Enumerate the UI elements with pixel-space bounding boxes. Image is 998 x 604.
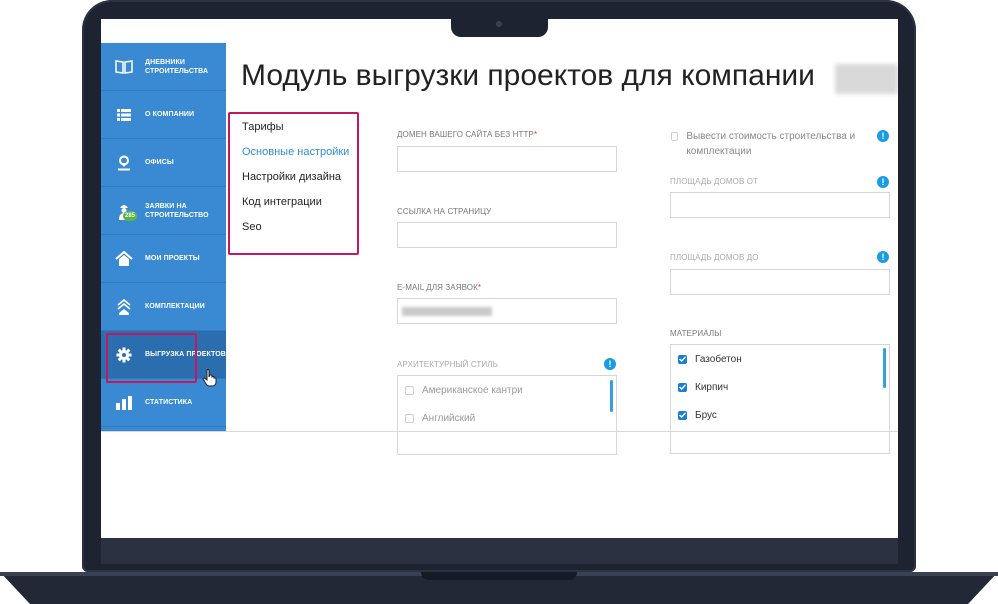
show-cost-checkbox[interactable] xyxy=(671,132,679,141)
style-scrollbar[interactable] xyxy=(610,380,613,412)
bar-chart-icon xyxy=(115,394,133,412)
area-from-info-icon[interactable]: ! xyxy=(877,176,889,188)
material-option[interactable]: Кирпич xyxy=(671,373,889,401)
checkbox[interactable] xyxy=(405,385,414,395)
area-from-label: Площадь домов от xyxy=(670,177,759,186)
option-label: Газобетон xyxy=(695,353,742,365)
sidebar-item-label: О компании xyxy=(145,111,195,118)
email-value-redacted xyxy=(402,307,492,316)
subnav-item-integration-code[interactable]: Код интеграции xyxy=(232,190,356,215)
subnav-item-main-settings[interactable]: Основные настройки xyxy=(232,140,356,165)
house-stack-icon xyxy=(115,298,133,316)
book-icon xyxy=(115,58,133,76)
domain-input[interactable] xyxy=(397,146,617,172)
camera-icon xyxy=(496,21,502,27)
checkbox-checked[interactable] xyxy=(678,410,687,420)
area-to-input[interactable] xyxy=(670,269,890,295)
page-link-label: Ссылка на страницу xyxy=(397,207,492,216)
hand-cursor-icon xyxy=(202,369,217,387)
sidebar-item-requests[interactable]: 285 Заявки на строительство xyxy=(101,187,226,235)
option-label: Кирпич xyxy=(695,381,729,393)
settings-subnav: Тарифы Основные настройки Настройки диза… xyxy=(232,115,356,253)
sidebar-item-my-projects[interactable]: Мои проекты xyxy=(101,235,226,283)
required-mark: * xyxy=(533,130,538,139)
subnav-item-tariffs[interactable]: Тарифы xyxy=(232,115,356,140)
laptop-bezel-bottom xyxy=(101,538,898,564)
subnav-item-seo[interactable]: Seo xyxy=(232,215,356,240)
list-icon xyxy=(115,106,133,124)
checkbox-checked[interactable] xyxy=(678,382,687,392)
email-input[interactable] xyxy=(397,298,617,324)
worker-icon: 285 xyxy=(115,202,137,221)
sidebar-item-label: Офисы xyxy=(145,159,174,166)
gear-icon xyxy=(115,346,133,364)
sidebar-item-label: Комплектации xyxy=(145,303,205,310)
style-listbox[interactable]: Американское кантри Английский xyxy=(397,375,617,455)
sidebar-item-label: Заявки на строительство xyxy=(145,202,209,219)
sidebar-item-about[interactable]: О компании xyxy=(101,91,226,139)
option-label: Американское кантри xyxy=(422,384,523,396)
sidebar-item-offices[interactable]: Офисы xyxy=(101,139,226,187)
sidebar-item-packages[interactable]: Комплектации xyxy=(101,283,226,331)
sidebar-item-label: Дневники строительства xyxy=(145,58,209,75)
materials-listbox[interactable]: Газобетон Кирпич Брус xyxy=(670,344,890,454)
option-label: Английский xyxy=(422,412,476,424)
style-info-icon[interactable]: ! xyxy=(604,358,616,370)
sidebar-item-label: Выгрузка проектов xyxy=(145,351,226,358)
checkbox[interactable] xyxy=(405,413,414,423)
laptop-base-notch xyxy=(421,572,577,580)
material-option[interactable]: Брус xyxy=(671,401,889,429)
show-cost-info-icon[interactable]: ! xyxy=(877,130,889,142)
area-from-input[interactable] xyxy=(670,192,890,218)
area-to-label: Площадь домов до xyxy=(670,253,759,262)
checkbox-checked[interactable] xyxy=(678,354,687,364)
material-option[interactable]: Газобетон xyxy=(671,345,889,373)
camera-notch xyxy=(451,17,548,37)
page-link-input[interactable] xyxy=(397,222,617,248)
area-to-info-icon[interactable]: ! xyxy=(877,251,889,263)
house-icon xyxy=(115,250,133,268)
style-option[interactable]: Американское кантри xyxy=(398,376,616,404)
domain-label: Домен вашего сайта без http* xyxy=(397,130,537,139)
show-cost-option[interactable]: Вывести стоимость строительства и компле… xyxy=(671,129,866,159)
app-bottom-border xyxy=(101,431,898,432)
sidebar-item-diaries[interactable]: Дневники строительства xyxy=(101,43,226,91)
sidebar-item-label: Статистика xyxy=(145,399,193,406)
subnav-item-design-settings[interactable]: Настройки дизайна xyxy=(232,165,356,190)
show-cost-label: Вывести стоимость строительства и компле… xyxy=(686,131,856,157)
required-mark: * xyxy=(477,283,482,292)
requests-badge: 285 xyxy=(123,210,137,221)
materials-label: Материалы xyxy=(670,329,722,338)
style-label: Архитектурный стиль xyxy=(397,360,498,369)
style-option[interactable]: Английский xyxy=(398,404,616,432)
option-label: Брус xyxy=(695,409,717,421)
page-title: Модуль выгрузки проектов для компании xyxy=(241,59,815,92)
sidebar-item-label: Мои проекты xyxy=(145,255,200,262)
materials-scrollbar[interactable] xyxy=(883,348,886,388)
email-label-text: E-mail для заявок xyxy=(397,283,478,292)
app-screen: Дневники строительства О компании Офисы … xyxy=(101,19,898,538)
company-name-redacted xyxy=(835,64,898,94)
email-label: E-mail для заявок* xyxy=(397,283,481,292)
location-pin-icon xyxy=(115,154,133,172)
domain-label-text: Домен вашего сайта без http xyxy=(397,130,534,139)
